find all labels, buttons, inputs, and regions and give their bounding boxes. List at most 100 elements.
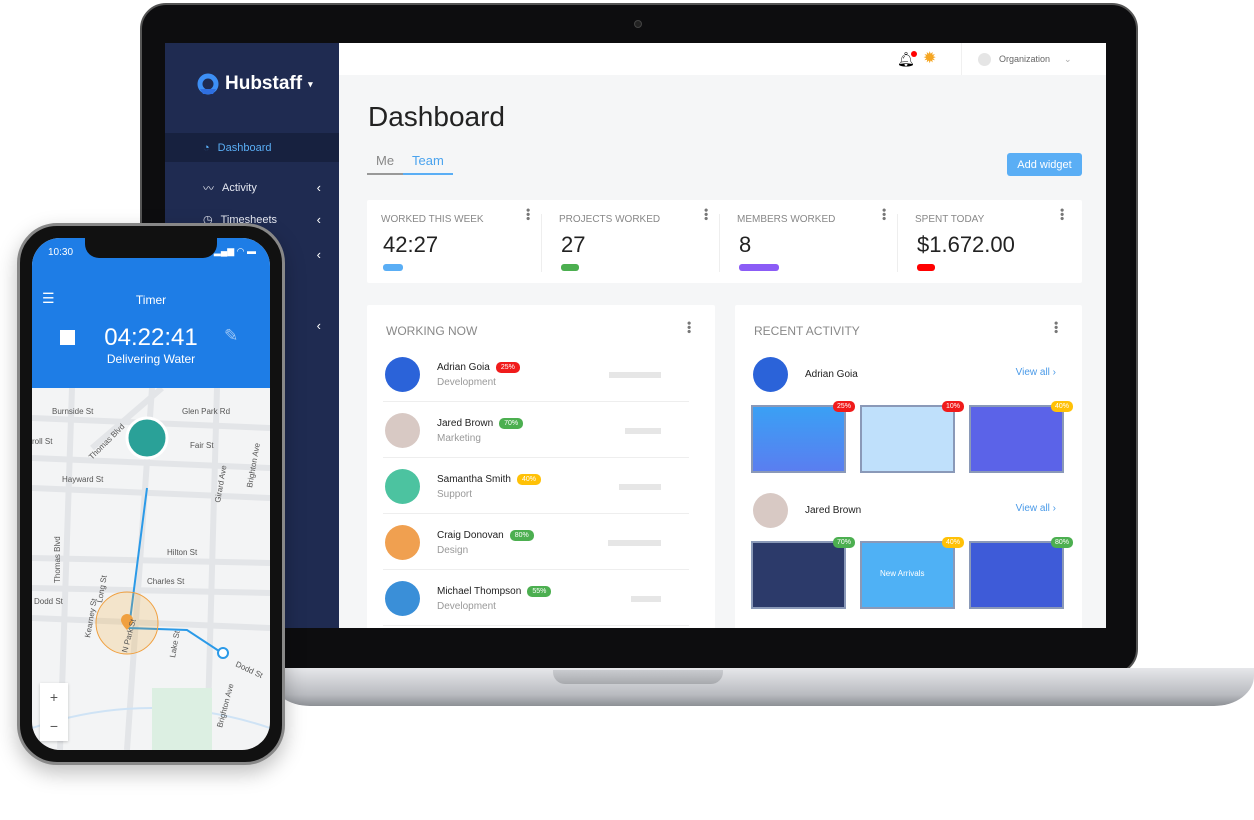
screenshot-thumbnail[interactable] (751, 541, 846, 609)
chevron-left-icon: ‹ (316, 247, 321, 262)
view-all-label: View all (1015, 367, 1050, 378)
status-icons: ▂▄▆ ◠ ▬ (213, 246, 256, 256)
stat-label: SPENT TODAY (915, 214, 985, 225)
street-label: Lake St (168, 629, 182, 658)
section-title: RECENT ACTIVITY (754, 324, 860, 338)
sidebar-item-dashboard[interactable]: ◔ Dashboard (165, 133, 339, 162)
edit-icon[interactable]: ✎ (224, 326, 238, 346)
member-department: Development (437, 601, 496, 612)
stat-color-bar (739, 264, 779, 271)
more-options-icon[interactable]: ••• (699, 208, 713, 221)
avatar (385, 469, 420, 504)
organization-dropdown[interactable]: Organization ⌄ (961, 43, 1106, 75)
avatar (385, 525, 420, 560)
activity-badge: 80% (1051, 537, 1074, 548)
laptop-screen: Hubstaff ▾ ◔ Dashboard 〰 Activity ‹ ◷ Timeshe… (165, 43, 1106, 628)
brand-name: Hubstaff (225, 73, 303, 94)
activity-badge: 40% (516, 474, 541, 485)
street-label: Hayward St (62, 475, 104, 484)
more-options-icon[interactable]: ••• (521, 208, 535, 221)
more-options-icon[interactable]: ••• (877, 208, 891, 221)
street-label: Thomas Blvd (87, 422, 126, 461)
chevron-left-icon: ‹ (316, 180, 321, 195)
user-avatar-marker[interactable] (125, 416, 169, 460)
stat-color-bar (561, 264, 579, 271)
working-now-row[interactable]: Samantha Smith 40% Support (383, 459, 689, 514)
stat-widget: PROJECTS WORKED 27 ••• (545, 200, 720, 283)
member-department: Support (437, 489, 473, 500)
activity-badge: 25% (495, 362, 520, 373)
stat-label: PROJECTS WORKED (559, 214, 661, 225)
add-widget-button[interactable]: Add widget (1007, 153, 1082, 176)
laptop-base (270, 668, 1254, 706)
timer-header: 10:30 ▂▄▆ ◠ ▬ ☰ Timer 04:22:41 Deliverin… (32, 238, 270, 388)
section-title: WORKING NOW (386, 324, 478, 338)
page-title: Dashboard (368, 101, 505, 132)
sidebar-item-label: Dashboard (217, 141, 272, 154)
bell-icon[interactable]: 🔔︎ (897, 51, 917, 68)
time-bar (608, 540, 661, 546)
street-label: roll St (32, 437, 53, 446)
activity-badge: 40% (942, 537, 965, 548)
street-label: Dodd St (34, 597, 64, 606)
working-now-row[interactable]: Michael Thompson 55% Development (383, 571, 689, 626)
working-now-row[interactable]: Adrian Goia 25% Development (383, 347, 689, 402)
brand-logo[interactable]: Hubstaff ▾ (197, 73, 313, 95)
stat-widget: SPENT TODAY $1.672.00 ••• (901, 200, 1076, 283)
view-all-link[interactable]: View all › (1016, 503, 1056, 514)
stat-value: 27 (561, 232, 586, 257)
screenshot-thumbnail[interactable] (860, 405, 955, 473)
stat-color-bar (917, 264, 935, 271)
street-label: Glen Park Rd (182, 407, 230, 416)
destination-marker (217, 647, 229, 659)
top-bar: 🔔︎ ✹ Organization ⌄ (339, 43, 1106, 75)
status-time: 10:30 (48, 247, 74, 258)
member-department: Marketing (437, 433, 481, 444)
zoom-controls: + − (40, 683, 68, 741)
activity-badge: 80% (509, 530, 534, 541)
more-options-icon[interactable]: ••• (1055, 208, 1069, 221)
more-options-icon[interactable]: ••• (1049, 321, 1063, 334)
stat-value: 8 (739, 232, 752, 257)
tab-me[interactable]: Me (367, 153, 404, 175)
brand-caret-icon: ▾ (308, 78, 313, 89)
task-name: Delivering Water (106, 352, 196, 366)
working-now-row[interactable]: Jared Brown 70% Marketing (383, 403, 689, 458)
sidebar-item-label: Activity (222, 181, 257, 194)
stat-widget: MEMBERS WORKED 8 ••• (723, 200, 898, 283)
activity-icon: 〰 (203, 182, 214, 195)
member-name: Adrian Goia (437, 362, 490, 373)
screen-title: Timer (135, 293, 167, 307)
sun-icon[interactable]: ✹ (923, 48, 936, 68)
tab-team[interactable]: Team (403, 153, 453, 175)
stat-label: MEMBERS WORKED (737, 214, 836, 225)
member-name: Adrian Goia (805, 369, 858, 380)
screenshot-thumbnail[interactable] (969, 405, 1064, 473)
stat-value: $1.672.00 (917, 232, 1015, 257)
zoom-in-button[interactable]: + (40, 683, 68, 712)
member-name: Jared Brown (437, 418, 494, 429)
recent-activity-card: RECENT ACTIVITY ••• Adrian Goia View all … (735, 305, 1082, 628)
member-name: Samantha Smith (437, 474, 511, 485)
activity-badge: 70% (833, 537, 856, 548)
sidebar-item-activity[interactable]: 〰 Activity ‹ (165, 173, 339, 202)
stat-value: 42:27 (383, 232, 439, 257)
working-now-row[interactable]: Craig Donovan 80% Design (383, 515, 689, 570)
screenshot-thumbnail[interactable] (751, 405, 846, 473)
avatar (753, 357, 788, 392)
zoom-out-button[interactable]: − (40, 712, 68, 741)
more-options-icon[interactable]: ••• (682, 321, 696, 334)
screenshot-thumbnail[interactable]: New Arrivals (860, 541, 955, 609)
street-label: Dodd St (234, 660, 265, 681)
avatar (753, 493, 788, 528)
activity-badge: 55% (527, 586, 552, 597)
avatar (385, 581, 420, 616)
street-label: Hilton St (167, 548, 198, 557)
activity-badge: 25% (833, 401, 856, 412)
view-all-link[interactable]: View all › (1016, 367, 1056, 378)
stat-label: WORKED THIS WEEK (381, 214, 484, 225)
street-label: Thomas Blvd (53, 536, 62, 583)
screenshot-thumbnail[interactable] (969, 541, 1064, 609)
time-bar (625, 428, 661, 434)
chevron-down-icon: ⌄ (1064, 53, 1072, 64)
